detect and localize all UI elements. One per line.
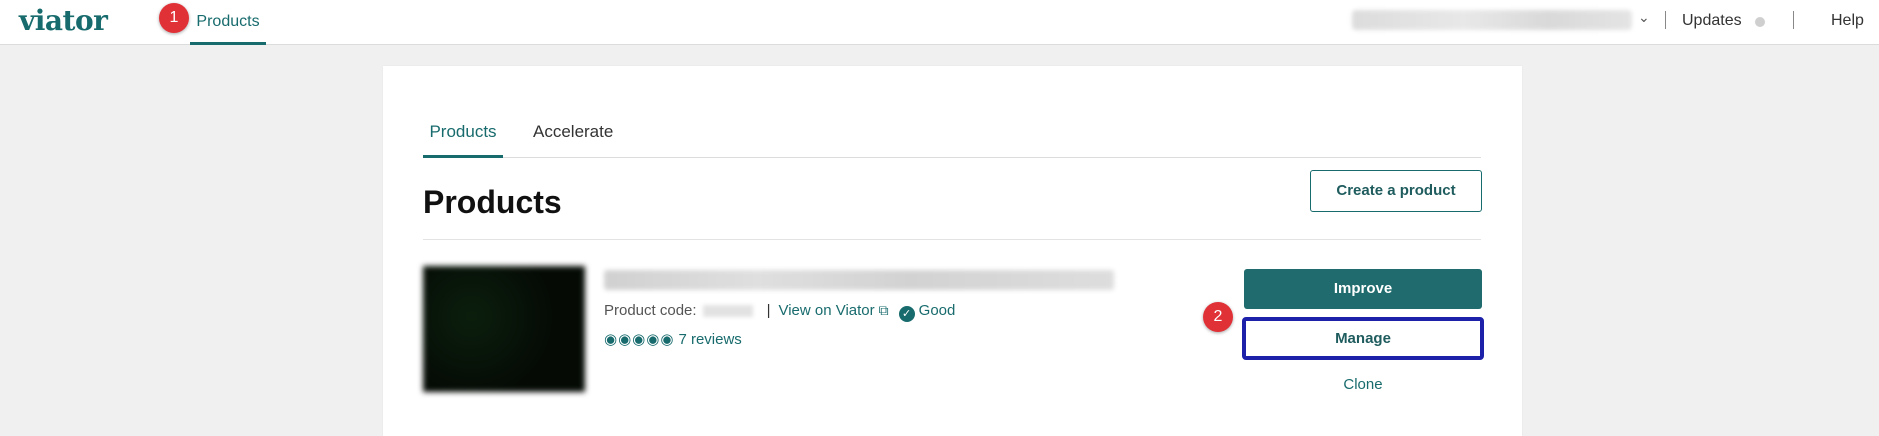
divider <box>1665 11 1666 29</box>
product-code-label: Product code: <box>604 302 697 319</box>
account-selector[interactable] <box>1352 10 1632 30</box>
top-navigation: viator Products ⌄ Updates Help <box>0 0 1879 45</box>
updates-indicator <box>1755 17 1765 27</box>
product-rating: ◉◉◉◉◉ 7 reviews <box>604 330 742 348</box>
external-link-icon[interactable]: ⧉ <box>879 302 889 318</box>
clone-button[interactable]: Clone <box>1244 376 1482 400</box>
product-thumbnail[interactable] <box>423 266 585 392</box>
separator: | <box>766 302 771 319</box>
nav-products[interactable]: Products <box>190 0 266 45</box>
status-badge: Good <box>918 302 956 319</box>
annotation-badge-1: 1 <box>159 3 189 33</box>
tab-accelerate[interactable]: Accelerate <box>533 117 613 158</box>
tab-products[interactable]: Products <box>423 117 503 158</box>
improve-button[interactable]: Improve <box>1244 269 1482 309</box>
rating-icon: ◉◉◉◉◉ <box>604 331 675 348</box>
product-meta: Product code: | View on Viator ⧉ ✓ Good <box>604 302 955 322</box>
manage-button[interactable]: Manage <box>1242 317 1484 360</box>
product-code-value <box>702 305 753 318</box>
create-product-button[interactable]: Create a product <box>1310 170 1482 212</box>
divider <box>1793 11 1794 29</box>
help-link[interactable]: Help <box>1831 12 1864 30</box>
viator-logo[interactable]: viator <box>19 4 108 37</box>
annotation-badge-2: 2 <box>1203 302 1233 332</box>
reviews-link[interactable]: 7 reviews <box>678 331 741 348</box>
divider <box>423 239 1481 240</box>
tab-bar: Products Accelerate <box>423 117 1481 158</box>
check-circle-icon: ✓ <box>898 306 915 322</box>
view-on-viator-link[interactable]: View on Viator <box>778 302 874 319</box>
page-title: Products <box>423 184 562 220</box>
product-title[interactable] <box>604 270 1114 290</box>
chevron-down-icon[interactable]: ⌄ <box>1638 9 1650 26</box>
products-card: Products Accelerate Products Create a pr… <box>383 66 1522 436</box>
updates-link[interactable]: Updates <box>1682 12 1742 30</box>
